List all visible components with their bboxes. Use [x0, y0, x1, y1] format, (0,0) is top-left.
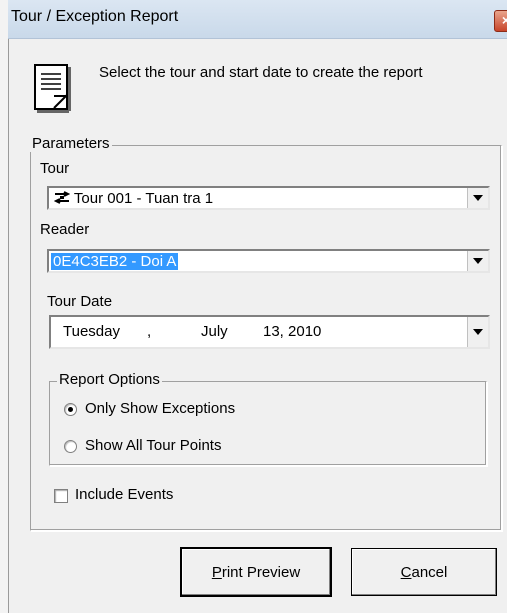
tour-select-value: Tour 001 - Tuan tra 1: [73, 190, 214, 207]
print-preview-label: rint Preview: [221, 563, 301, 581]
reader-select-value-wrap: 0E4C3EB2 - Doi A: [51, 253, 179, 270]
print-preview-button[interactable]: Print Preview: [180, 547, 332, 597]
reader-label: Reader: [40, 221, 90, 238]
date-weekday[interactable]: Tuesday: [63, 323, 120, 340]
all-points-label[interactable]: Show All Tour Points: [85, 437, 221, 454]
parameters-legend: Parameters: [30, 135, 112, 152]
tour-dropdown-button[interactable]: [467, 188, 488, 208]
cancel-button[interactable]: Cancel: [351, 548, 497, 596]
reader-select-value: 0E4C3EB2 - Doi A: [51, 253, 179, 270]
only-exceptions-label[interactable]: Only Show Exceptions: [85, 400, 235, 417]
chevron-down-icon: [473, 195, 483, 201]
chevron-down-icon: [473, 329, 483, 335]
report-options-legend: Report Options: [57, 371, 162, 388]
tour-select-value-wrap: Tour 001 - Tuan tra 1: [53, 190, 214, 207]
include-events-checkbox[interactable]: [54, 489, 68, 503]
tour-select[interactable]: Tour 001 - Tuan tra 1: [47, 186, 490, 210]
date-day-year[interactable]: 13, 2010: [263, 323, 321, 340]
close-button[interactable]: ×: [494, 10, 507, 32]
tour-label: Tour: [40, 160, 70, 177]
window-title: Tour / Exception Report: [11, 8, 179, 25]
tour-date-label: Tour Date: [47, 293, 113, 310]
date-dropdown-button[interactable]: [467, 317, 488, 347]
chevron-down-icon: [473, 258, 483, 264]
reader-dropdown-button[interactable]: [467, 251, 488, 271]
tour-exception-report-dialog: Tour / Exception Report × Select the tou…: [8, 0, 507, 613]
dialog-content: Select the tour and start date to create…: [8, 39, 507, 613]
tour-route-icon: [53, 191, 71, 204]
report-document-icon: [34, 64, 71, 113]
screen-edge: [0, 0, 8, 613]
tour-date-picker[interactable]: Tuesday , July 13, 2010: [49, 315, 490, 349]
include-events-label[interactable]: Include Events: [75, 486, 173, 503]
cancel-mnemonic: C: [400, 563, 412, 581]
date-month[interactable]: July: [201, 323, 228, 340]
cancel-label: ancel: [411, 563, 448, 581]
reader-select[interactable]: 0E4C3EB2 - Doi A: [47, 249, 490, 273]
all-points-radio[interactable]: [64, 440, 77, 453]
title-bar[interactable]: Tour / Exception Report ×: [8, 0, 507, 39]
intro-text: Select the tour and start date to create…: [99, 64, 423, 81]
print-preview-mnemonic: P: [211, 563, 222, 581]
date-comma: ,: [147, 323, 152, 340]
only-exceptions-radio[interactable]: [64, 403, 77, 416]
